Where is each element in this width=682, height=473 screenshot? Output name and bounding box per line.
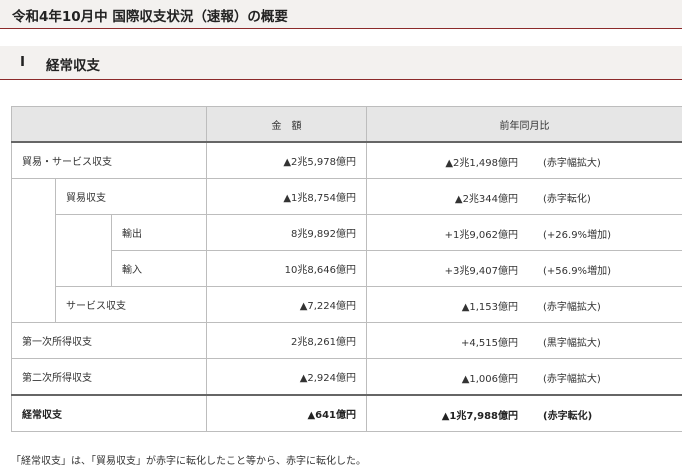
- row-label: 貿易収支: [54, 178, 208, 215]
- row-yoy-note: (赤字幅拡大): [543, 374, 601, 385]
- section-number: Ⅰ: [20, 54, 26, 70]
- row-yoy-note: (+56.9%増加): [543, 266, 611, 277]
- row-yoy-cell: +3兆9,407億円 (+56.9%増加): [366, 250, 682, 287]
- indent-cell: [55, 214, 112, 287]
- total-yoy-note: (赤字転化): [543, 411, 593, 422]
- row-amount: ▲2,924億円: [206, 358, 368, 396]
- current-account-summary-table: 金 額 前年同月比 貿易・サービス収支 ▲2兆5,978億円 ▲2兆1,498億…: [10, 106, 682, 432]
- summary-footnote: 「経常収支」は、「貿易収支」が赤字に転化したこと等から、赤字に転化した。: [11, 456, 366, 467]
- row-yoy-cell: ▲1,153億円 (赤字幅拡大): [366, 286, 682, 323]
- header-yoy: 前年同月比: [366, 106, 682, 143]
- row-amount: 2兆8,261億円: [206, 322, 368, 359]
- row-yoy-value: +4,515億円: [461, 338, 519, 349]
- row-amount: ▲7,224億円: [206, 286, 368, 323]
- row-yoy-note: (赤字幅拡大): [543, 302, 601, 313]
- row-label: 輸入: [110, 250, 208, 287]
- page-title-bar: 令和4年10月中 国際収支状況（速報）の概要: [0, 0, 682, 29]
- row-yoy-note: (黒字幅拡大): [543, 338, 601, 349]
- section-heading-bar: Ⅰ 経常収支: [0, 46, 682, 80]
- row-yoy-value: +3兆9,407億円: [444, 266, 519, 277]
- row-label: 第一次所得収支: [10, 322, 208, 359]
- total-label: 経常収支: [10, 394, 208, 432]
- table-header-row: 金 額 前年同月比: [10, 106, 682, 143]
- table-row: 輸出 8兆9,892億円 +1兆9,062億円 (+26.9%増加): [12, 214, 682, 287]
- row-yoy-value: ▲2兆344億円: [454, 194, 519, 205]
- table-row: 第二次所得収支 ▲2,924億円 ▲1,006億円 (赤字幅拡大): [10, 358, 682, 396]
- row-label: サービス収支: [54, 286, 208, 323]
- header-label-cell: [10, 106, 208, 143]
- row-yoy-cell: ▲1,006億円 (赤字幅拡大): [366, 358, 682, 396]
- total-yoy-value: ▲1兆7,988億円: [441, 411, 519, 422]
- row-amount: 8兆9,892億円: [206, 214, 368, 251]
- row-yoy-value: ▲2兆1,498億円: [445, 158, 519, 169]
- header-amount: 金 額: [206, 106, 368, 143]
- row-yoy-note: (赤字転化): [543, 194, 591, 205]
- table-row: 第一次所得収支 2兆8,261億円 +4,515億円 (黒字幅拡大): [10, 322, 682, 359]
- row-yoy-value: ▲1,006億円: [461, 374, 519, 385]
- row-label: 第二次所得収支: [10, 358, 208, 396]
- page-title: 令和4年10月中 国際収支状況（速報）の概要: [12, 9, 288, 25]
- row-amount: 10兆8,646億円: [206, 250, 368, 287]
- row-yoy-note: (+26.9%増加): [543, 230, 611, 241]
- row-yoy-value: ▲1,153億円: [461, 302, 519, 313]
- row-amount: ▲1兆8,754億円: [206, 178, 368, 215]
- row-yoy-cell: +1兆9,062億円 (+26.9%増加): [366, 214, 682, 251]
- total-amount: ▲641億円: [206, 394, 368, 432]
- row-label: 輸出: [110, 214, 208, 251]
- table-row: サービス収支 ▲7,224億円 ▲1,153億円 (赤字幅拡大): [12, 286, 682, 323]
- row-yoy-value: +1兆9,062億円: [444, 230, 519, 241]
- section-title: 経常収支: [46, 58, 100, 74]
- table-row: 貿易・サービス収支 ▲2兆5,978億円 ▲2兆1,498億円 (赤字幅拡大): [10, 141, 682, 179]
- indent-cell: [11, 178, 56, 323]
- total-row: 経常収支 ▲641億円 ▲1兆7,988億円 (赤字転化): [10, 394, 682, 432]
- table-row: 輸入 10兆8,646億円 +3兆9,407億円 (+56.9%増加): [12, 250, 682, 287]
- row-label: 貿易・サービス収支: [10, 141, 208, 179]
- table-row: 貿易収支 ▲1兆8,754億円 ▲2兆344億円 (赤字転化): [11, 178, 682, 323]
- total-yoy-cell: ▲1兆7,988億円 (赤字転化): [366, 394, 682, 432]
- row-yoy-cell: ▲2兆344億円 (赤字転化): [366, 178, 682, 215]
- row-yoy-cell: +4,515億円 (黒字幅拡大): [366, 322, 682, 359]
- row-yoy-note: (赤字幅拡大): [543, 158, 601, 169]
- row-yoy-cell: ▲2兆1,498億円 (赤字幅拡大): [366, 141, 682, 179]
- row-amount: ▲2兆5,978億円: [206, 141, 368, 179]
